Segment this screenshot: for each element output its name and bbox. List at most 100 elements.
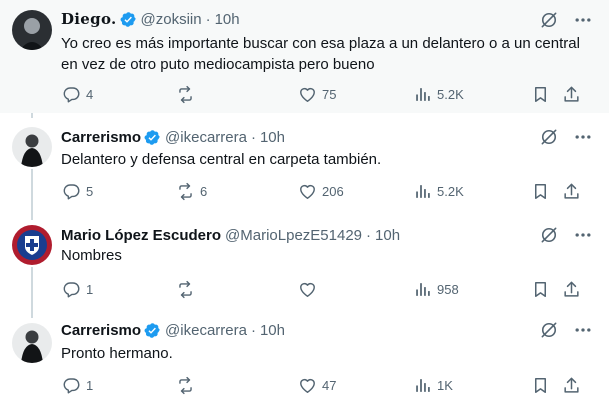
retweet-count: 6 <box>200 183 208 199</box>
views-icon <box>416 184 430 198</box>
views-button[interactable]: 1K <box>413 375 453 395</box>
like-button[interactable]: 47 <box>298 375 336 395</box>
share-button[interactable] <box>562 84 581 104</box>
action-bar: 1 47 1K <box>0 375 609 395</box>
reply-thread: Diego. @zoksiin · 10h Yo creo es más imp… <box>0 0 609 418</box>
like-count: 206 <box>322 183 344 199</box>
views-icon <box>416 282 430 296</box>
views-icon <box>416 87 430 101</box>
reply-button[interactable]: 1 <box>62 375 93 395</box>
views-button[interactable]: 958 <box>413 279 459 299</box>
heart-icon <box>300 282 315 297</box>
timestamp[interactable]: 10h <box>215 11 240 28</box>
bookmark-button[interactable] <box>531 279 550 299</box>
share-button[interactable] <box>562 279 581 299</box>
share-icon <box>564 86 579 102</box>
reply-count: 1 <box>86 377 94 393</box>
retweet-button[interactable] <box>176 84 200 104</box>
tweet-header: Carrerismo @ikecarrera · 10h <box>61 320 285 340</box>
tweet-text: Nombres <box>61 247 122 264</box>
avatar[interactable] <box>12 225 52 265</box>
reply-icon <box>63 281 80 297</box>
author-name[interactable]: Mario López Escudero <box>61 227 221 244</box>
timestamp[interactable]: 10h <box>375 227 400 244</box>
bookmark-icon <box>534 183 547 199</box>
bookmark-button[interactable] <box>531 181 550 201</box>
like-count: 75 <box>322 86 337 102</box>
reply-button[interactable]: 1 <box>62 279 93 299</box>
bookmark-icon <box>534 377 547 393</box>
reply-button[interactable]: 5 <box>62 181 93 201</box>
author-name[interactable]: Carrerismo <box>61 322 141 339</box>
reply-count: 1 <box>86 281 94 297</box>
author-handle[interactable]: @zoksiin <box>141 11 202 28</box>
grok-icon[interactable] <box>539 225 559 245</box>
tweet-header: Diego. @zoksiin · 10h <box>61 9 240 29</box>
bookmark-icon <box>534 86 547 102</box>
retweet-icon <box>179 85 192 103</box>
more-icon[interactable] <box>573 320 593 340</box>
avatar[interactable] <box>12 127 52 167</box>
author-handle[interactable]: @MarioLpezE51429 <box>225 227 362 244</box>
separator-dot: · <box>250 321 256 339</box>
heart-icon <box>300 378 315 393</box>
author-handle[interactable]: @ikecarrera <box>165 129 247 146</box>
like-button[interactable]: 75 <box>298 84 336 104</box>
author-name[interactable]: Carrerismo <box>61 129 141 146</box>
separator-dot: · <box>250 128 256 146</box>
tweet[interactable]: Diego. @zoksiin · 10h Yo creo es más imp… <box>0 0 609 113</box>
view-count: 5.2K <box>437 183 464 199</box>
views-button[interactable]: 5.2K <box>413 84 464 104</box>
tweet-text: Yo creo es más importante buscar con esa… <box>61 35 580 73</box>
timestamp[interactable]: 10h <box>260 322 285 339</box>
views-icon <box>416 378 430 392</box>
retweet-button[interactable] <box>176 279 200 299</box>
share-icon <box>564 183 579 199</box>
retweet-button[interactable] <box>176 375 200 395</box>
reply-button[interactable]: 4 <box>62 84 93 104</box>
share-button[interactable] <box>562 375 581 395</box>
verified-badge-icon <box>144 322 161 339</box>
bookmark-button[interactable] <box>531 84 550 104</box>
view-count: 1K <box>437 377 453 393</box>
retweet-icon <box>179 182 192 200</box>
tweet-header: Carrerismo @ikecarrera · 10h <box>61 127 285 147</box>
grok-icon[interactable] <box>539 127 559 147</box>
like-button[interactable]: 206 <box>298 181 344 201</box>
heart-icon <box>300 184 315 199</box>
avatar[interactable] <box>12 10 52 50</box>
reply-icon <box>63 183 80 199</box>
verified-badge-icon <box>120 11 137 28</box>
more-icon[interactable] <box>573 225 593 245</box>
verified-badge-icon <box>144 129 161 146</box>
timestamp[interactable]: 10h <box>260 129 285 146</box>
tweet-text: Delantero y defensa central en carpeta t… <box>61 151 382 168</box>
more-icon[interactable] <box>573 10 593 30</box>
action-bar: 4 75 5.2K <box>0 84 609 104</box>
bookmark-icon <box>534 281 547 297</box>
avatar[interactable] <box>12 323 52 363</box>
grok-icon[interactable] <box>539 320 559 340</box>
reply-icon <box>63 86 80 102</box>
retweet-button[interactable]: 6 <box>176 181 207 201</box>
like-count: 47 <box>322 377 337 393</box>
author-handle[interactable]: @ikecarrera <box>165 322 247 339</box>
bookmark-button[interactable] <box>531 375 550 395</box>
author-name[interactable]: Diego. <box>61 10 117 28</box>
view-count: 958 <box>437 281 459 297</box>
reply-count: 4 <box>86 86 94 102</box>
tweet[interactable]: Carrerismo @ikecarrera · 10h Delantero y… <box>0 117 609 215</box>
action-bar: 5 6 206 5.2K <box>0 181 609 201</box>
share-button[interactable] <box>562 181 581 201</box>
heart-icon <box>300 87 315 102</box>
views-button[interactable]: 5.2K <box>413 181 464 201</box>
retweet-icon <box>179 376 192 394</box>
tweet[interactable]: Mario López Escudero @MarioLpezE51429 · … <box>0 215 609 313</box>
share-icon <box>564 281 579 297</box>
tweet[interactable]: Carrerismo @ikecarrera · 10h Pronto herm… <box>0 313 609 418</box>
tweet-text: Pronto hermano. <box>61 345 173 362</box>
grok-icon[interactable] <box>539 10 559 30</box>
like-button[interactable] <box>298 279 322 299</box>
more-icon[interactable] <box>573 127 593 147</box>
tweet-header: Mario López Escudero @MarioLpezE51429 · … <box>61 225 400 245</box>
